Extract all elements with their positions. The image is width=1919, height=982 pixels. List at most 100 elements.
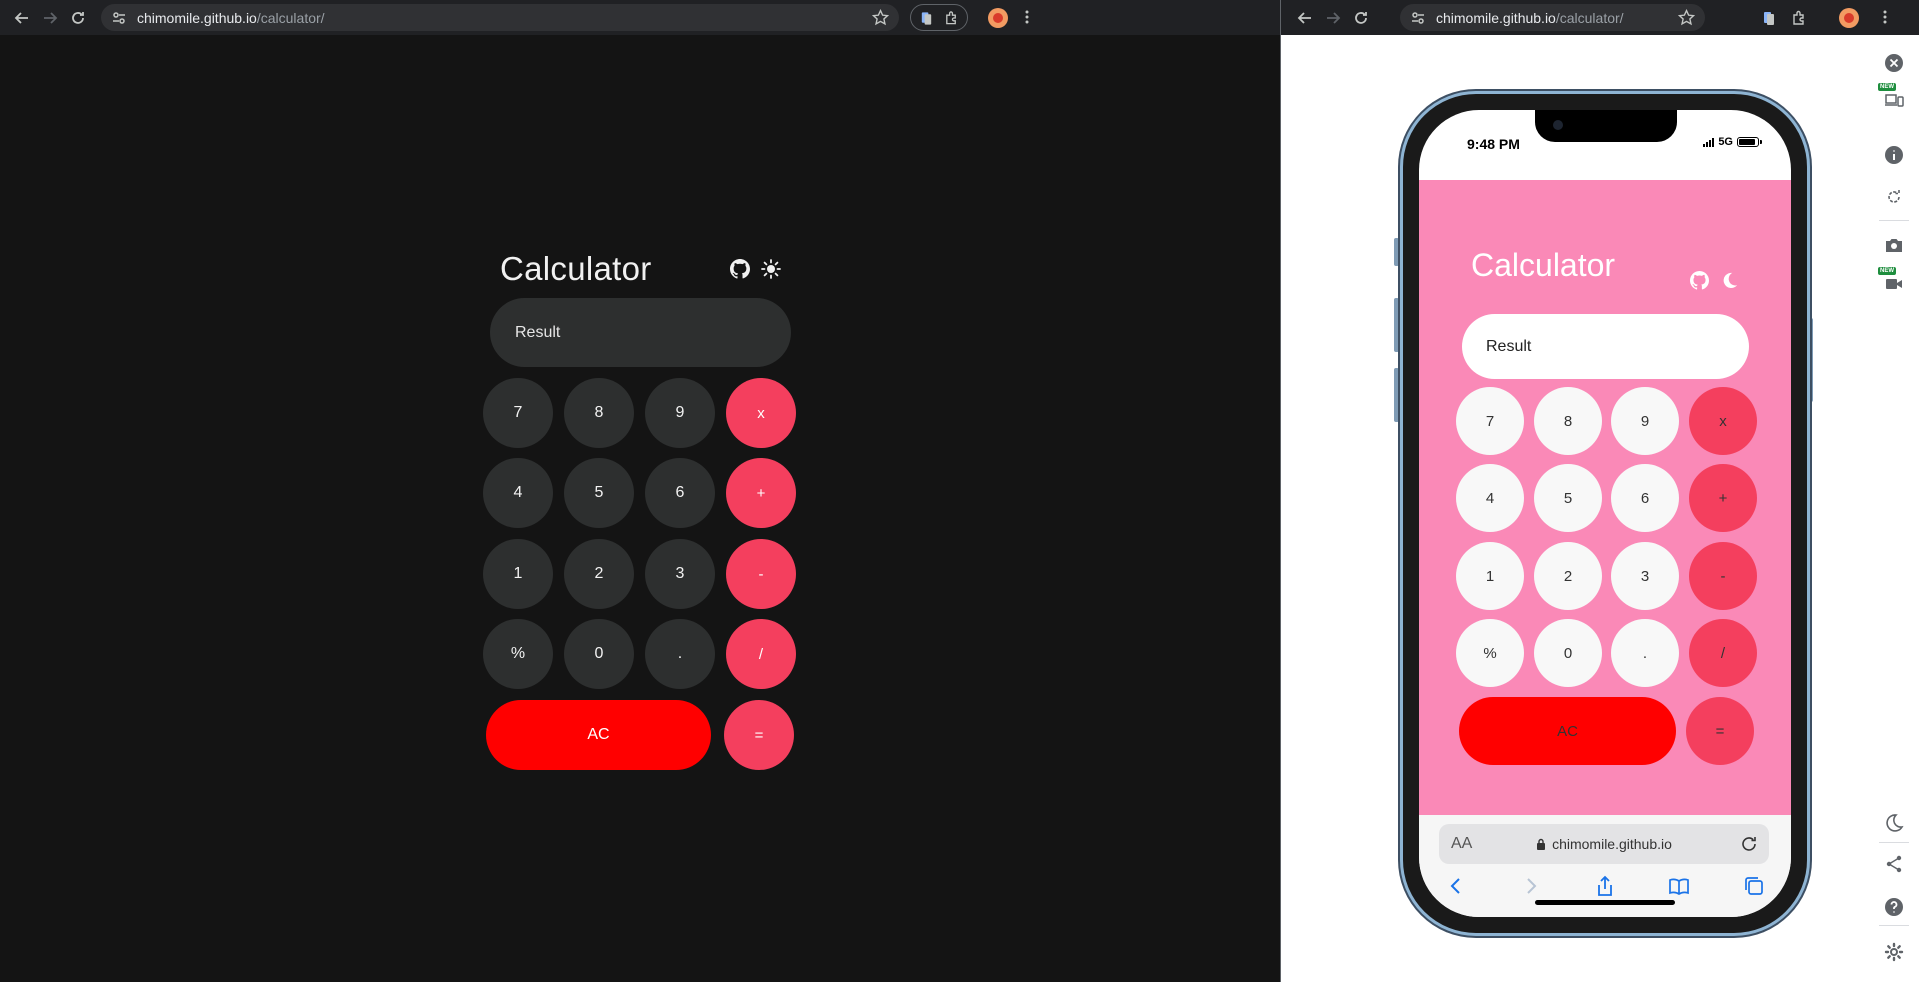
github-icon[interactable] bbox=[730, 259, 750, 279]
key-divide[interactable]: / bbox=[1689, 619, 1757, 687]
right-toolbar: chimomile.github.io/calculator/ bbox=[1281, 0, 1919, 35]
calculator-title: Calculator bbox=[500, 250, 652, 287]
status-indicators: 5G bbox=[1703, 136, 1762, 148]
safari-address-bar[interactable]: AA chimomile.github.io bbox=[1439, 824, 1769, 864]
iphone-frame: 9:48 PM 5G Calculator Result 7 8 9 x 4 5… bbox=[1400, 91, 1810, 936]
reading-mode-icon[interactable] bbox=[919, 10, 934, 26]
key-multiply[interactable]: x bbox=[1689, 387, 1757, 455]
key-4[interactable]: 4 bbox=[483, 458, 553, 528]
calculator-title: Calculator bbox=[1471, 247, 1616, 283]
close-icon[interactable] bbox=[1884, 53, 1904, 73]
chrome-menu-icon[interactable] bbox=[1019, 9, 1035, 25]
profile-avatar[interactable] bbox=[988, 8, 1008, 28]
key-multiply[interactable]: x bbox=[726, 378, 796, 448]
share-icon[interactable] bbox=[1594, 875, 1616, 902]
dark-mode-moon-icon[interactable] bbox=[1884, 813, 1904, 833]
home-indicator bbox=[1535, 900, 1675, 905]
extensions-puzzle-icon[interactable] bbox=[1791, 10, 1807, 26]
extensions-puzzle-icon[interactable] bbox=[944, 10, 959, 26]
tabs-icon[interactable] bbox=[1743, 875, 1765, 902]
status-time: 9:48 PM bbox=[1467, 136, 1520, 152]
key-minus[interactable]: - bbox=[1689, 542, 1757, 610]
key-3[interactable]: 3 bbox=[645, 539, 715, 609]
forward-icon[interactable] bbox=[36, 4, 64, 32]
key-percent[interactable]: % bbox=[483, 619, 553, 689]
forward-icon[interactable] bbox=[1319, 4, 1347, 32]
settings-gear-icon[interactable] bbox=[1884, 942, 1904, 962]
key-percent[interactable]: % bbox=[1456, 619, 1524, 687]
reload-icon[interactable] bbox=[1347, 4, 1375, 32]
key-plus[interactable]: + bbox=[726, 458, 796, 528]
key-clear[interactable]: AC bbox=[1459, 697, 1676, 765]
key-equals[interactable]: = bbox=[724, 700, 794, 770]
reload-icon[interactable] bbox=[64, 4, 92, 32]
key-clear[interactable]: AC bbox=[486, 700, 711, 770]
battery-icon bbox=[1737, 137, 1762, 147]
moon-icon[interactable] bbox=[1720, 271, 1739, 290]
key-2[interactable]: 2 bbox=[1534, 542, 1602, 610]
key-4[interactable]: 4 bbox=[1456, 464, 1524, 532]
key-6[interactable]: 6 bbox=[1611, 464, 1679, 532]
address-bar[interactable]: chimomile.github.io/calculator/ bbox=[1400, 4, 1705, 31]
key-3[interactable]: 3 bbox=[1611, 542, 1679, 610]
safari-back-icon[interactable] bbox=[1445, 875, 1467, 902]
key-9[interactable]: 9 bbox=[645, 378, 715, 448]
key-7[interactable]: 7 bbox=[483, 378, 553, 448]
key-5[interactable]: 5 bbox=[564, 458, 634, 528]
safari-forward-icon[interactable] bbox=[1520, 875, 1542, 902]
reading-mode-icon[interactable] bbox=[1761, 10, 1777, 26]
key-equals[interactable]: = bbox=[1686, 697, 1754, 765]
devtools-side-panel: NEW NEW bbox=[1869, 42, 1919, 982]
key-plus[interactable]: + bbox=[1689, 464, 1757, 532]
bookmarks-icon[interactable] bbox=[1668, 875, 1690, 902]
key-6[interactable]: 6 bbox=[645, 458, 715, 528]
key-minus[interactable]: - bbox=[726, 539, 796, 609]
device-mode-icon[interactable]: NEW bbox=[1878, 83, 1904, 110]
profile-avatar[interactable] bbox=[1839, 8, 1859, 28]
signal-icon bbox=[1703, 137, 1715, 147]
site-info-icon[interactable] bbox=[111, 10, 127, 26]
back-icon[interactable] bbox=[8, 4, 36, 32]
share-icon[interactable] bbox=[1884, 854, 1904, 874]
info-icon[interactable] bbox=[1884, 145, 1904, 165]
key-8[interactable]: 8 bbox=[564, 378, 634, 448]
key-2[interactable]: 2 bbox=[564, 539, 634, 609]
device-emulation-area: 9:48 PM 5G Calculator Result 7 8 9 x 4 5… bbox=[1281, 42, 1869, 982]
lock-icon bbox=[1537, 838, 1546, 850]
key-0[interactable]: 0 bbox=[564, 619, 634, 689]
github-icon[interactable] bbox=[1690, 271, 1709, 290]
site-info-icon[interactable] bbox=[1410, 10, 1426, 26]
new-badge: NEW bbox=[1878, 83, 1896, 91]
help-icon[interactable] bbox=[1884, 897, 1904, 917]
bookmark-star-icon[interactable] bbox=[1678, 9, 1695, 26]
key-1[interactable]: 1 bbox=[483, 539, 553, 609]
key-8[interactable]: 8 bbox=[1534, 387, 1602, 455]
key-0[interactable]: 0 bbox=[1534, 619, 1602, 687]
result-display[interactable]: Result bbox=[490, 298, 791, 367]
reader-aa-button[interactable]: AA bbox=[1451, 835, 1472, 853]
rotate-icon[interactable] bbox=[1884, 187, 1904, 207]
screenshot-camera-icon[interactable] bbox=[1884, 235, 1904, 255]
back-icon[interactable] bbox=[1291, 4, 1319, 32]
sun-icon[interactable] bbox=[761, 259, 781, 279]
key-5[interactable]: 5 bbox=[1534, 464, 1602, 532]
key-decimal[interactable]: . bbox=[1611, 619, 1679, 687]
video-record-icon[interactable]: NEW bbox=[1878, 267, 1904, 294]
safari-reload-icon[interactable] bbox=[1739, 834, 1759, 854]
address-bar[interactable]: chimomile.github.io/calculator/ bbox=[101, 4, 899, 31]
key-9[interactable]: 9 bbox=[1611, 387, 1679, 455]
result-display[interactable]: Result bbox=[1462, 314, 1749, 379]
bookmark-star-icon[interactable] bbox=[872, 9, 889, 26]
new-badge: NEW bbox=[1878, 267, 1896, 275]
key-7[interactable]: 7 bbox=[1456, 387, 1524, 455]
url-path: /calculator/ bbox=[256, 9, 325, 26]
key-decimal[interactable]: . bbox=[645, 619, 715, 689]
chrome-menu-icon[interactable] bbox=[1877, 9, 1893, 25]
phone-volume-down bbox=[1394, 368, 1399, 422]
key-1[interactable]: 1 bbox=[1456, 542, 1524, 610]
safari-toolbar: AA chimomile.github.io bbox=[1419, 815, 1791, 917]
tool-separator bbox=[1879, 220, 1909, 221]
camera-icon bbox=[1553, 120, 1563, 130]
tool-separator bbox=[1879, 842, 1909, 843]
key-divide[interactable]: / bbox=[726, 619, 796, 689]
